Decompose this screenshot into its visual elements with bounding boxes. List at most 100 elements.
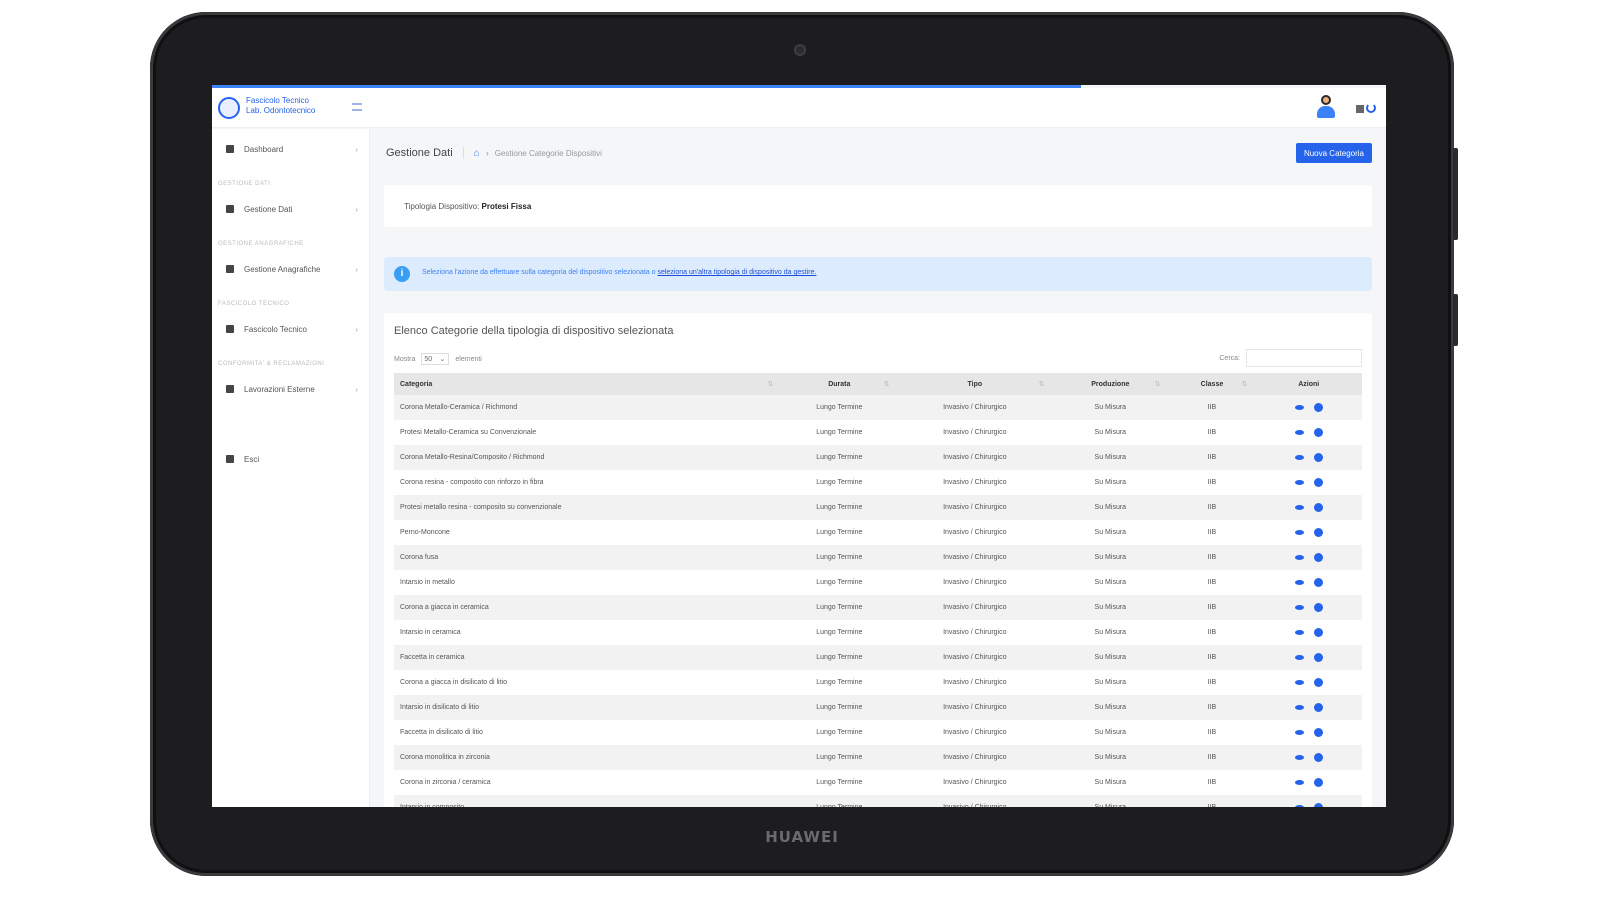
view-icon[interactable] (1294, 755, 1304, 760)
edit-icon[interactable] (1313, 703, 1323, 712)
page-length-select[interactable]: 50 ⌄ (421, 353, 450, 365)
view-icon[interactable] (1294, 505, 1304, 510)
cell-classe: IIB (1207, 404, 1217, 411)
sidebar-item-esci[interactable]: Esci (226, 451, 358, 467)
sidebar-item-label: Gestione Dati (244, 204, 293, 214)
view-icon[interactable] (1294, 405, 1304, 410)
cell-categoria: Protesi Metallo-Ceramica su Convenzional… (400, 429, 537, 436)
column-header-classe[interactable]: Classe ⇅ (1168, 373, 1256, 395)
cell-azioni (1256, 595, 1363, 620)
home-icon (226, 145, 234, 153)
cell-tipo: Invasivo / Chirurgico (943, 754, 1007, 761)
table-row: Corona monolitica in zirconia Lungo Termi… (394, 745, 1362, 770)
cell-durata: Lungo Termine (816, 629, 863, 636)
view-icon[interactable] (1294, 605, 1304, 610)
refresh-icon[interactable] (1366, 103, 1376, 113)
view-icon[interactable] (1294, 555, 1304, 560)
sidebar-item-fascicolo-tecnico[interactable]: Fascicolo Tecnico › (226, 321, 358, 337)
view-icon[interactable] (1294, 430, 1304, 435)
table-header-row: Categoria ⇅ Durata ⇅ Tipo ⇅ Produzione ⇅ Cla… (394, 373, 1362, 395)
search-label: Cerca: (1219, 354, 1240, 362)
cell-produzione: Su Misura (1094, 704, 1127, 711)
edit-icon[interactable] (1313, 653, 1323, 662)
view-icon[interactable] (1294, 530, 1304, 535)
cell-tipo: Invasivo / Chirurgico (943, 779, 1007, 786)
sidebar-item-label: Esci (244, 454, 260, 464)
cell-categoria: Corona in zirconia / ceramica (400, 779, 491, 786)
view-icon[interactable] (1294, 455, 1304, 460)
view-icon[interactable] (1294, 480, 1304, 485)
cell-tipo: Invasivo / Chirurgico (943, 454, 1007, 461)
cell-azioni (1256, 770, 1363, 795)
edit-icon[interactable] (1313, 628, 1323, 637)
sidebar-section-anagrafiche: GESTIONE ANAGRAFICHE (218, 241, 304, 247)
view-icon[interactable] (1294, 780, 1304, 785)
chevron-right-icon: › (355, 384, 358, 394)
view-icon[interactable] (1294, 630, 1304, 635)
sidebar-item-dashboard[interactable]: Dashboard › (226, 141, 358, 157)
device-type-label: Tipologia Dispositivo: (404, 202, 480, 211)
cell-classe: IIB (1207, 454, 1217, 461)
sidebar-item-gestione-dati[interactable]: Gestione Dati › (226, 201, 358, 217)
breadcrumb-home-icon[interactable]: ⌂ (474, 148, 480, 159)
select-other-type-link[interactable]: seleziona un'altra tipologia di disposit… (657, 269, 816, 276)
cell-durata: Lungo Termine (816, 754, 863, 761)
view-icon[interactable] (1294, 655, 1304, 660)
edit-icon[interactable] (1313, 453, 1323, 462)
tablet-device: HUAWEI Fascicolo Tecnico Lab. Odontotecn… (150, 12, 1458, 876)
view-icon[interactable] (1294, 805, 1304, 807)
edit-icon[interactable] (1313, 553, 1323, 562)
table-body: Corona Metallo-Ceramica / Richmond Lungo … (394, 395, 1362, 807)
edit-icon[interactable] (1313, 753, 1323, 762)
view-icon[interactable] (1294, 580, 1304, 585)
edit-icon[interactable] (1313, 528, 1323, 537)
edit-icon[interactable] (1313, 728, 1323, 737)
chevron-right-icon: › (355, 324, 358, 334)
cell-produzione: Su Misura (1094, 754, 1127, 761)
cell-produzione: Su Misura (1094, 629, 1127, 636)
page-length-value: 50 (424, 355, 433, 363)
show-label: Mostra (394, 355, 416, 363)
column-header-produzione[interactable]: Produzione ⇅ (1052, 373, 1169, 395)
cell-categoria: Faccetta in ceramica (400, 654, 465, 661)
cell-durata: Lungo Termine (816, 729, 863, 736)
sort-icon: ⇅ (767, 381, 774, 388)
avatar-body (1317, 106, 1335, 118)
edit-icon[interactable] (1313, 428, 1323, 437)
edit-icon[interactable] (1313, 478, 1323, 487)
category-list-card: Elenco Categorie della tipologia di disp… (384, 313, 1372, 807)
sidebar-item-lavorazioni-esterne[interactable]: Lavorazioni Esterne › (226, 381, 358, 397)
view-icon[interactable] (1294, 730, 1304, 735)
menu-toggle-icon[interactable] (352, 103, 362, 111)
cell-durata: Lungo Termine (816, 704, 863, 711)
column-header-categoria[interactable]: Categoria ⇅ (394, 373, 782, 395)
cell-azioni (1256, 545, 1363, 570)
user-avatar[interactable] (1316, 95, 1336, 119)
column-header-durata[interactable]: Durata ⇅ (781, 373, 898, 395)
edit-icon[interactable] (1313, 403, 1323, 412)
page-length-control: Mostra 50 ⌄ elementi (394, 353, 482, 365)
view-icon[interactable] (1294, 680, 1304, 685)
edit-icon[interactable] (1313, 678, 1323, 687)
cell-produzione: Su Misura (1094, 429, 1127, 436)
edit-icon[interactable] (1313, 503, 1323, 512)
cell-categoria: Corona a giacca in ceramica (400, 604, 489, 611)
sidebar-section-conformita: CONFORMITA' & RECLAMAZIONI (218, 361, 325, 367)
edit-icon[interactable] (1313, 603, 1323, 612)
cell-classe: IIB (1207, 579, 1217, 586)
search-input[interactable] (1246, 349, 1362, 367)
column-header-tipo[interactable]: Tipo ⇅ (897, 373, 1053, 395)
elements-label: elementi (455, 355, 482, 363)
grid-icon[interactable] (1356, 105, 1364, 113)
edit-icon[interactable] (1313, 803, 1323, 807)
cell-categoria: Faccetta in disilicato di litio (400, 729, 483, 736)
edit-icon[interactable] (1313, 578, 1323, 587)
new-category-button[interactable]: Nuova Categoria (1295, 143, 1372, 163)
table-row: Protesi Metallo-Ceramica su Convenzional… (394, 420, 1362, 445)
cell-tipo: Invasivo / Chirurgico (943, 579, 1007, 586)
view-icon[interactable] (1294, 705, 1304, 710)
cell-azioni (1256, 645, 1363, 670)
sidebar-item-gestione-anagrafiche[interactable]: Gestione Anagrafiche › (226, 261, 358, 277)
edit-icon[interactable] (1313, 778, 1323, 787)
cell-tipo: Invasivo / Chirurgico (943, 729, 1007, 736)
